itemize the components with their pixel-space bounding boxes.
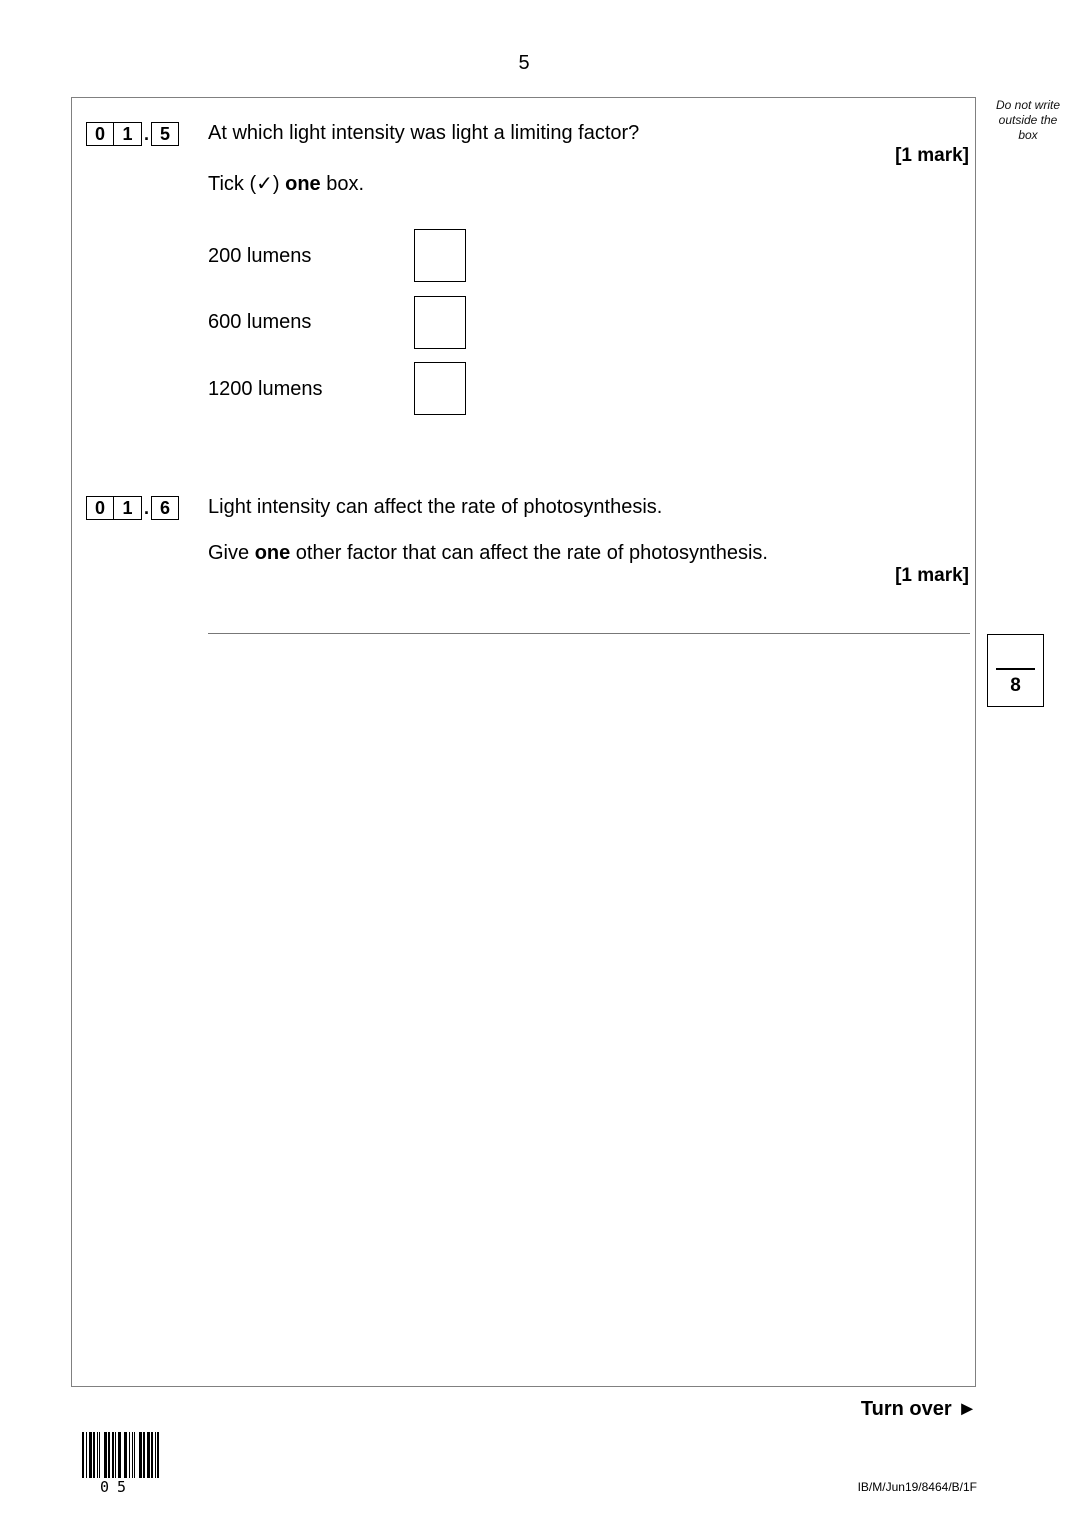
paper-reference: IB/M/Jun19/8464/B/1F: [857, 1480, 977, 1494]
margin-note: Do not write outside the box: [995, 98, 1061, 142]
question-separator: .: [143, 498, 149, 518]
question-part: 5: [151, 122, 179, 146]
question-digit: 0: [86, 496, 114, 520]
prompt-emphasis: one: [254, 542, 291, 564]
score-awarded[interactable]: [988, 641, 1043, 665]
question-part: 6: [151, 496, 179, 520]
turn-over-label: Turn over ►: [860, 1398, 977, 1420]
prompt-suffix: other factor that can affect the rate of…: [290, 542, 768, 564]
prompt-prefix: Give: [208, 542, 255, 564]
question-text: Light intensity can affect the rate of p…: [208, 496, 663, 518]
marks-label: [1 mark]: [895, 145, 969, 166]
question-number-01-6: 0 1 . 6: [86, 495, 179, 521]
question-number-01-5: 0 1 . 5: [86, 121, 179, 147]
tick-box-1200-lumens[interactable]: [414, 362, 466, 415]
question-digit: 1: [114, 122, 142, 146]
instruction-prefix: Tick (✓): [208, 173, 286, 195]
instruction-suffix: box.: [320, 173, 365, 195]
tick-box-600-lumens[interactable]: [414, 296, 466, 349]
score-total: 8: [1010, 675, 1021, 696]
question-separator: .: [143, 124, 149, 144]
answer-frame: [71, 97, 976, 1387]
instruction-emphasis: one: [285, 173, 321, 195]
question-digit: 0: [86, 122, 114, 146]
score-box: 8: [987, 634, 1044, 707]
option-label-200: 200 lumens: [208, 245, 312, 267]
question-digit: 1: [114, 496, 142, 520]
tick-box-200-lumens[interactable]: [414, 229, 466, 282]
option-label-1200: 1200 lumens: [208, 378, 323, 400]
question-prompt: Give one other factor that can affect th…: [208, 541, 768, 565]
marks-label: [1 mark]: [895, 565, 969, 586]
barcode-icon: [82, 1432, 180, 1478]
barcode-digits: 05: [100, 1478, 135, 1496]
answer-input-area[interactable]: [208, 600, 970, 632]
tick-instruction: Tick (✓) one box.: [208, 172, 364, 196]
page-number: 5: [518, 52, 530, 74]
option-label-600: 600 lumens: [208, 311, 312, 333]
question-text: At which light intensity was light a lim…: [208, 122, 640, 144]
answer-line: [208, 633, 970, 634]
score-divider: [996, 668, 1035, 670]
